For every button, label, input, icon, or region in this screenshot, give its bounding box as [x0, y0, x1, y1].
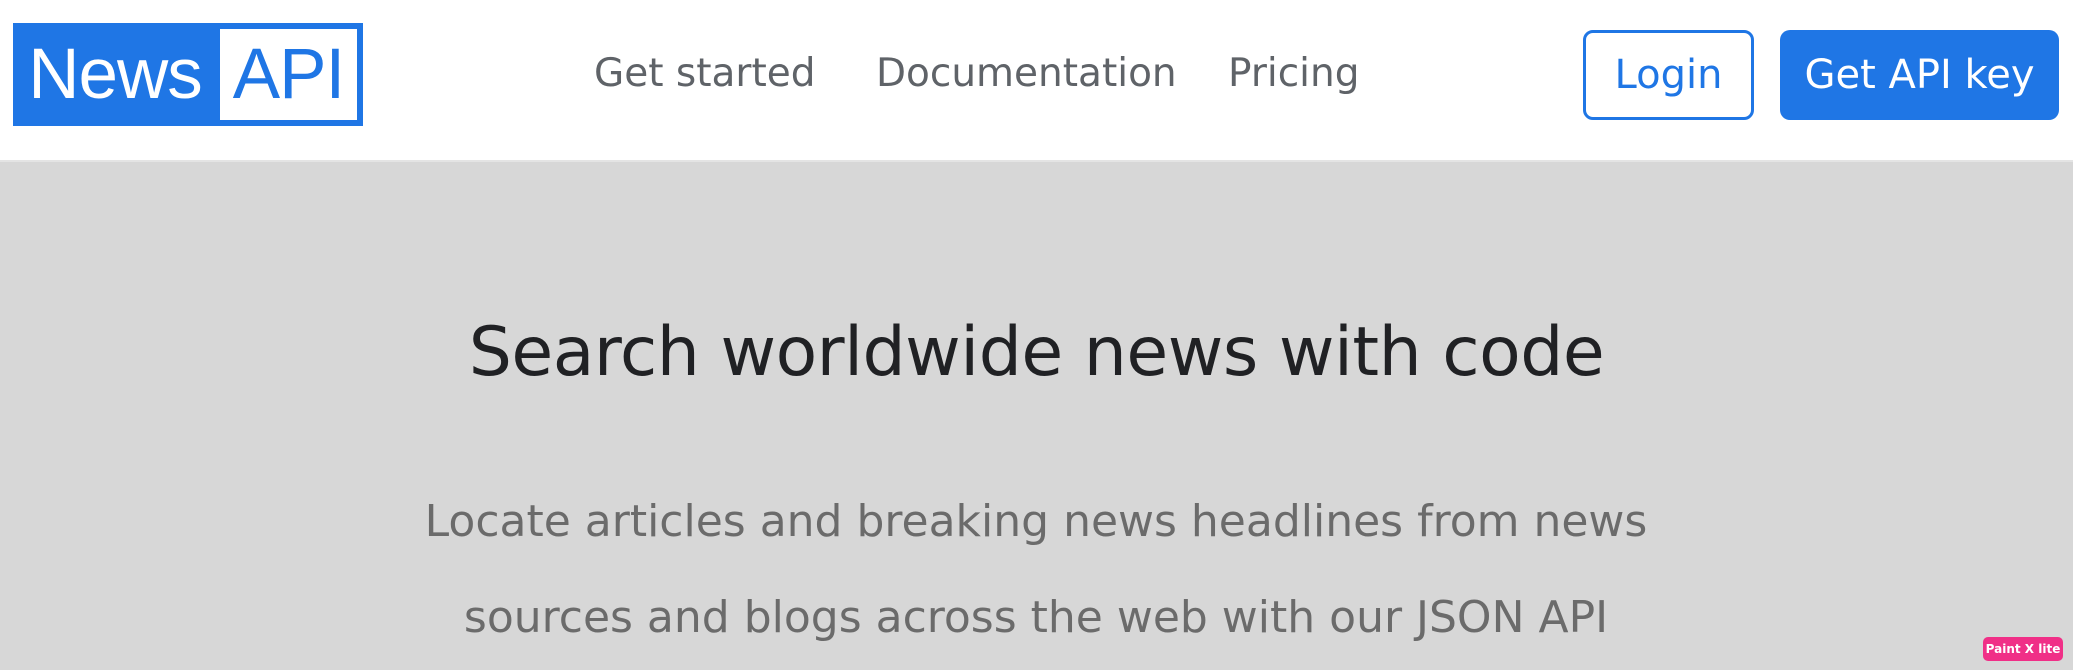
hero-title: Search worldwide news with code: [468, 313, 1605, 392]
logo-text-api: API: [220, 29, 357, 120]
login-button[interactable]: Login: [1583, 30, 1754, 120]
site-header: News API Get started Documentation Prici…: [0, 0, 2073, 162]
nav-get-started-link[interactable]: Get started: [594, 44, 816, 104]
newsapi-logo[interactable]: News API: [13, 23, 363, 126]
hero-section: Search worldwide news with code Locate a…: [0, 162, 2073, 670]
logo-text-news: News: [28, 35, 203, 114]
hero-subtitle: Locate articles and breaking news headli…: [424, 496, 1648, 643]
get-api-key-button[interactable]: Get API key: [1780, 30, 2059, 120]
nav-documentation-link[interactable]: Documentation: [876, 44, 1177, 104]
paint-x-lite-badge[interactable]: Paint X lite: [1983, 637, 2063, 661]
nav-pricing-link[interactable]: Pricing: [1228, 44, 1359, 104]
